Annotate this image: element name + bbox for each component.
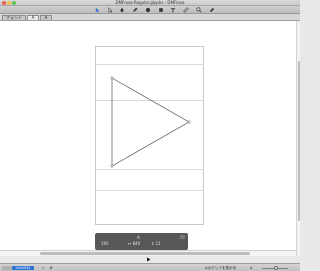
zoom-slider-knob[interactable]: [274, 266, 279, 270]
horizontal-scroll-thumb[interactable]: [40, 252, 250, 255]
add-glyph-button[interactable]: +: [40, 266, 46, 271]
zoom-label: Aのグリフを表示中: [205, 265, 237, 270]
glyph-name-field[interactable]: Uni0041: [12, 265, 34, 270]
outline-node[interactable]: [187, 120, 191, 124]
outline-node[interactable]: [110, 164, 114, 168]
vertical-scroll-thumb[interactable]: [297, 61, 300, 221]
vertical-scrollbar[interactable]: [296, 21, 300, 256]
view-toggle-button[interactable]: [2, 265, 12, 270]
status-bar: Uni0041 + ⚙ Aのグリフを表示中 A: [0, 263, 300, 271]
zoom-value: A: [250, 265, 253, 270]
settings-button[interactable]: ⚙: [48, 266, 54, 271]
zoom-slider[interactable]: [262, 266, 288, 270]
coordinate-panel: A 195 ↔ 840 ↕ 11: [95, 233, 188, 250]
outline-node[interactable]: [110, 76, 114, 80]
panel-close-button[interactable]: [180, 235, 185, 239]
panel-title: A: [137, 235, 140, 240]
width-value[interactable]: ↔ 840: [128, 242, 140, 246]
height-value[interactable]: ↕ 11: [151, 242, 161, 246]
preview-play-icon[interactable]: [144, 256, 152, 263]
x-coordinate[interactable]: 195: [101, 242, 109, 246]
glyph-outline[interactable]: [0, 0, 300, 271]
